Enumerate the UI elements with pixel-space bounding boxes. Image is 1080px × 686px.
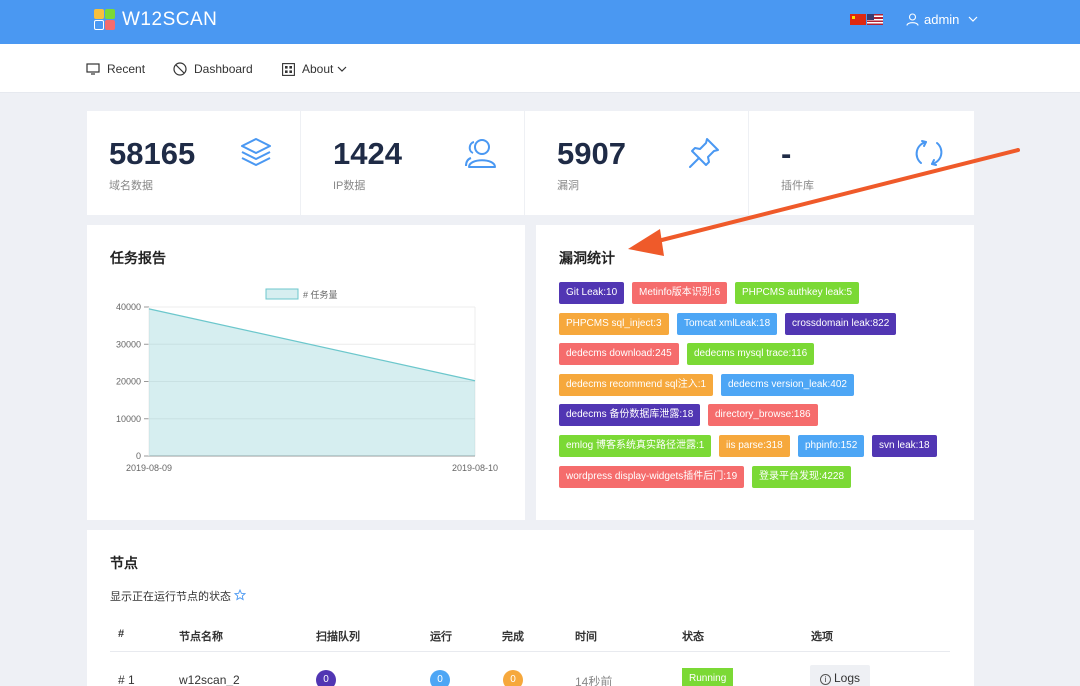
vuln-tag[interactable]: Git Leak:10 — [559, 282, 625, 304]
vuln-tag[interactable]: dedecms version_leak:402 — [721, 373, 854, 396]
logs-button-label: Logs — [834, 671, 861, 685]
y-tick-label: 30000 — [116, 339, 141, 349]
col-header: 选项 — [811, 631, 833, 643]
legend-label: # 任务量 — [303, 289, 338, 300]
y-tick-label: 10000 — [116, 414, 141, 424]
running-count-badge: 0 — [430, 670, 450, 686]
vuln-tag[interactable]: Metinfo版本识别:6 — [632, 282, 728, 304]
y-tick-label: 20000 — [116, 377, 141, 387]
stat-domain: 58165 域名数据 — [87, 111, 300, 215]
user-name: admin — [924, 12, 960, 27]
col-header: 扫描队列 — [316, 631, 360, 643]
stat-plugins: - 插件库 — [759, 111, 974, 215]
stat-label: 插件库 — [781, 180, 814, 192]
done-count-badge: 0 — [503, 670, 523, 686]
nodes-subtitle: 显示正在运行节点的状态 — [110, 588, 247, 604]
nav-dashboard[interactable]: Dashboard — [173, 62, 253, 76]
info-icon: i — [820, 674, 831, 685]
col-header: 运行 — [430, 631, 452, 643]
nav-about[interactable]: About — [282, 62, 347, 76]
panel-title: 节点 — [110, 555, 138, 571]
nav-recent[interactable]: Recent — [86, 62, 145, 76]
col-header: 状态 — [682, 631, 704, 643]
col-header: 节点名称 — [179, 631, 223, 643]
stat-label: IP数据 — [333, 180, 366, 192]
node-name: w12scan_2 — [179, 673, 240, 686]
vuln-tag[interactable]: dedecms download:245 — [559, 343, 679, 366]
stat-label: 漏洞 — [557, 180, 579, 192]
vuln-tag[interactable]: directory_browse:186 — [708, 404, 818, 427]
queue-count-badge: 0 — [316, 670, 336, 686]
table-divider — [110, 651, 950, 652]
task-chart: 40000 30000 20000 10000 0 2019-08-09 2019-08-1… — [116, 288, 498, 473]
vuln-tag[interactable]: PHPCMS sql_inject:3 — [559, 312, 669, 335]
y-tick-label: 40000 — [116, 302, 141, 312]
stat-value: - — [781, 136, 792, 171]
user-icon — [906, 13, 919, 26]
refresh-icon — [915, 140, 943, 166]
cn-flag-icon[interactable] — [850, 14, 866, 25]
vuln-tag[interactable]: svn leak:18 — [872, 435, 937, 457]
x-tick-label: 2019-08-10 — [452, 463, 498, 473]
nav-about-label: About — [302, 62, 334, 76]
x-tick-label: 2019-08-09 — [126, 463, 172, 473]
nav-dashboard-label: Dashboard — [194, 62, 253, 76]
us-flag-icon[interactable] — [867, 14, 883, 25]
panel-title: 漏洞统计 — [559, 250, 615, 266]
vuln-tag[interactable]: PHPCMS authkey leak:5 — [735, 282, 860, 304]
users-icon — [465, 139, 496, 168]
nav-bar: Recent Dashboard About — [0, 44, 1080, 93]
vuln-tag[interactable]: dedecms mysql trace:116 — [687, 343, 815, 366]
logs-button[interactable]: i Logs — [810, 665, 871, 686]
chevron-down-icon — [968, 16, 978, 22]
col-header: 完成 — [502, 631, 524, 643]
stat-divider — [524, 111, 525, 215]
vuln-tag[interactable]: Tomcat xmlLeak:18 — [677, 312, 778, 335]
node-index: # 1 — [118, 673, 135, 686]
stat-label: 域名数据 — [109, 180, 153, 192]
brand-name[interactable]: W12SCAN — [122, 9, 217, 31]
stat-divider — [748, 111, 749, 215]
stat-ip: 1424 IP数据 — [311, 111, 524, 215]
nodes-subtitle-text: 显示正在运行节点的状态 — [110, 591, 231, 603]
layers-icon — [241, 138, 271, 166]
nav-recent-label: Recent — [107, 62, 146, 76]
logo-icon[interactable] — [94, 9, 116, 31]
vuln-tag[interactable]: phpinfo:152 — [798, 435, 865, 457]
stat-value: 5907 — [557, 136, 626, 171]
star-icon[interactable] — [233, 588, 247, 601]
panel-title: 任务报告 — [110, 250, 166, 266]
vuln-tag[interactable]: crossdomain leak:822 — [785, 312, 897, 335]
pin-icon — [689, 138, 719, 168]
stat-value: 1424 — [333, 136, 402, 171]
dashboard-icon — [173, 62, 187, 76]
stat-value: 58165 — [109, 136, 196, 171]
vuln-tag[interactable]: wordpress display-widgets插件后门:19 — [559, 465, 745, 488]
stat-divider — [300, 111, 301, 215]
task-report-panel: 任务报告 40000 30000 20000 10000 0 2019-08-09 2019… — [87, 225, 525, 520]
col-header: 时间 — [575, 631, 597, 643]
top-header: W12SCAN admin — [0, 0, 1080, 44]
vuln-tag[interactable]: dedecms recommend sql注入:1 — [559, 373, 714, 396]
y-tick-label: 0 — [136, 451, 141, 461]
grid-icon — [282, 62, 295, 76]
nodes-panel: 节点 显示正在运行节点的状态 # 节点名称 扫描队列 运行 完成 时间 状态 选… — [87, 530, 974, 686]
vuln-tag[interactable]: dedecms 备份数据库泄露:18 — [559, 404, 701, 427]
vuln-stats-panel: 漏洞统计 Git Leak:10 Metinfo版本识别:6 PHPCMS auth… — [536, 225, 974, 520]
node-time: 14秒前 — [575, 675, 613, 686]
monitor-icon — [86, 63, 100, 75]
user-menu[interactable]: admin — [906, 12, 978, 27]
chevron-down-icon — [337, 66, 347, 72]
vuln-tag[interactable]: iis parse:318 — [719, 435, 790, 457]
series-area — [149, 308, 475, 456]
col-header: # — [118, 628, 125, 640]
legend-swatch — [265, 288, 299, 300]
status-badge: Running — [682, 668, 734, 686]
vuln-tag[interactable]: emlog 博客系统真实路径泄露:1 — [559, 435, 712, 457]
vuln-tag[interactable]: 登录平台发现:4228 — [752, 465, 852, 488]
stat-vuln: 5907 漏洞 — [535, 111, 748, 215]
